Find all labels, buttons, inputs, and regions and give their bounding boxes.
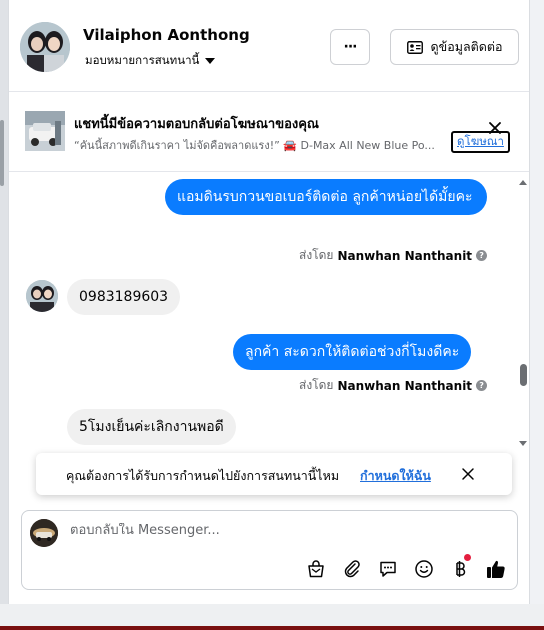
assign-prompt-toast: คุณต้องการได้รับการกำหนดไปยังการสนทนานี้… [36, 453, 512, 495]
scrollbar-thumb[interactable] [520, 364, 527, 386]
assign-to-me-link[interactable]: กำหนดให้ฉัน [360, 466, 431, 486]
ad-thumbnail[interactable] [25, 111, 65, 151]
sent-by-label: ส่งโดย Nanwhan Nanthanit ? [299, 376, 488, 395]
contact-card-icon [406, 40, 423, 54]
notification-dot [464, 554, 471, 561]
page-left-edge [0, 0, 8, 604]
incoming-message[interactable]: 0983189603 [67, 279, 181, 315]
contact-avatar-small [26, 280, 58, 312]
sent-by-name: Nanwhan Nanthanit [337, 378, 473, 393]
assign-conversation-dropdown[interactable]: มอบหมายการสนทนานี้ [85, 52, 216, 70]
contact-info-label: ดูข้อมูลติดต่อ [430, 39, 503, 54]
close-icon[interactable] [461, 467, 475, 481]
thumbs-up-icon[interactable] [484, 557, 508, 581]
contact-avatar[interactable] [20, 22, 70, 72]
sent-by-prefix: ส่งโดย [299, 378, 334, 392]
outgoing-message[interactable]: ลูกค้า สะดวกให้ติดต่อช่วงกี่โมงดีคะ [233, 334, 472, 370]
info-icon[interactable]: ? [476, 250, 488, 261]
bag-icon[interactable] [304, 557, 328, 581]
sent-by-name: Nanwhan Nanthanit [337, 248, 473, 263]
info-icon[interactable]: ? [476, 380, 488, 391]
emoji-icon[interactable] [412, 557, 436, 581]
reply-composer [21, 510, 518, 590]
page-right-edge [530, 0, 544, 604]
paperclip-icon[interactable] [340, 557, 364, 581]
view-contact-info-button[interactable]: ดูข้อมูลติดต่อ [390, 29, 519, 65]
more-options-button[interactable]: ··· [330, 29, 370, 65]
scroll-down-icon[interactable] [517, 440, 529, 448]
baht-icon[interactable] [448, 554, 472, 581]
close-icon[interactable] [487, 120, 503, 136]
ad-reply-banner: แชทนี้มีข้อความตอบกลับต่อโฆษณาของคุณ “คั… [9, 93, 529, 172]
page-bottom-edge [0, 626, 544, 630]
sent-by-prefix: ส่งโดย [299, 248, 334, 262]
conversation-header: Vilaiphon Aonthong มอบหมายการสนทนานี้ ··… [9, 0, 529, 92]
message-input[interactable] [70, 523, 470, 538]
assign-label: มอบหมายการสนทนานี้ [85, 53, 200, 67]
incoming-message[interactable]: 5โมงเย็นค่ะเลิกงานพอดี [67, 409, 236, 445]
message-thread: แอมดินรบกวนขอเบอร์ติดต่อ ลูกค้าหน่อยได้ม… [9, 172, 529, 454]
ad-banner-title: แชทนี้มีข้อความตอบกลับต่อโฆษณาของคุณ [74, 117, 319, 132]
more-dots-icon: ··· [343, 39, 358, 55]
scroll-up-icon[interactable] [517, 178, 529, 186]
saved-reply-icon[interactable] [376, 557, 400, 581]
sent-by-label: ส่งโดย Nanwhan Nanthanit ? [299, 246, 488, 265]
page-bottom-strip [0, 604, 544, 626]
chevron-down-icon [205, 58, 216, 64]
thread-scrollbar[interactable] [517, 178, 529, 448]
outgoing-message[interactable]: แอมดินรบกวนขอเบอร์ติดต่อ ลูกค้าหน่อยได้ม… [165, 179, 487, 215]
conversation-panel: Vilaiphon Aonthong มอบหมายการสนทนานี้ ··… [8, 0, 530, 604]
contact-name[interactable]: Vilaiphon Aonthong [83, 26, 250, 44]
page-avatar [30, 519, 58, 547]
ad-banner-subtitle: “คันนี้สภาพดีเกินราคา ไม่จัดคือพลาดแรง!”… [74, 139, 435, 152]
assign-prompt-text: คุณต้องการได้รับการกำหนดไปยังการสนทนานี้… [66, 468, 340, 483]
left-edge-marker [0, 120, 4, 186]
